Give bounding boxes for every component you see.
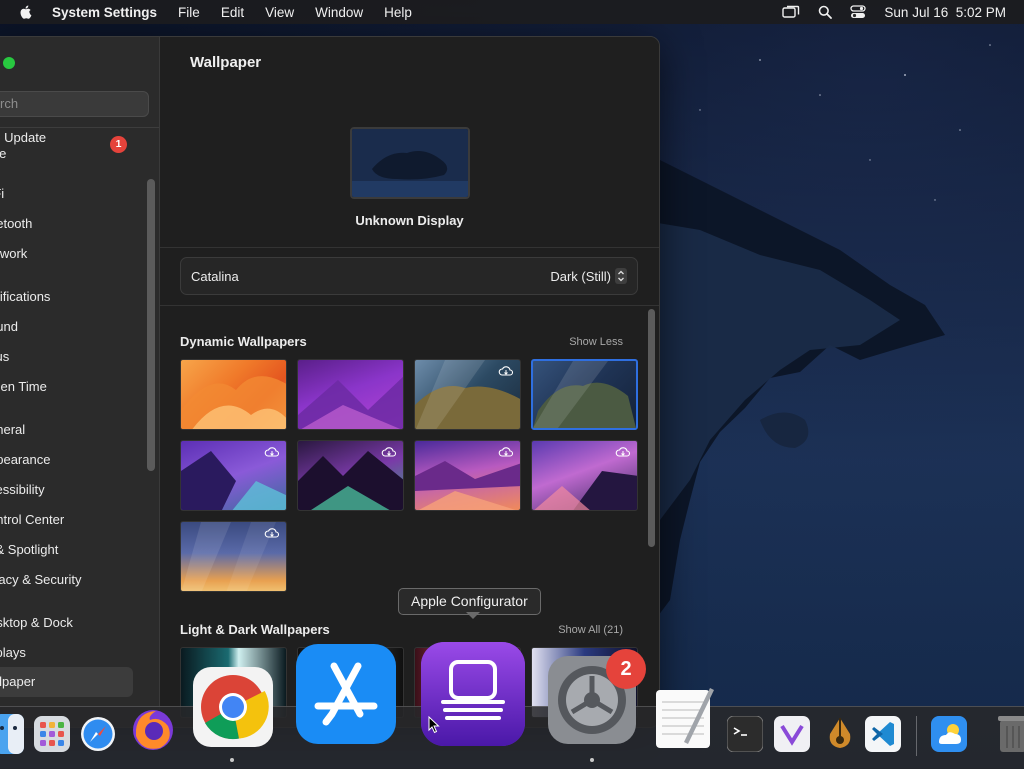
wallpaper-thumbnail[interactable] (297, 359, 404, 430)
mouse-cursor-icon (428, 716, 440, 734)
visual-studio-icon[interactable] (774, 716, 810, 752)
chevron-updown-icon (615, 268, 627, 284)
software-update-line2: ole (0, 146, 159, 162)
system-settings-window: rch re Update ole 1 -Fi uetooth etwork o… (0, 36, 660, 728)
visual-studio-code-icon[interactable] (865, 716, 901, 752)
ventura-orange-art (181, 376, 286, 429)
dynamic-wallpapers-title: Dynamic Wallpapers (180, 334, 307, 349)
wallpaper-thumbnail[interactable] (297, 440, 404, 511)
sidebar-item-siri-spotlight[interactable]: i & Spotlight (0, 542, 159, 557)
window-menu[interactable]: Window (315, 5, 363, 20)
sidebar-item-control-center[interactable]: ontrol Center (0, 512, 159, 527)
terminal-icon[interactable] (727, 716, 763, 752)
instruments-icon[interactable] (820, 712, 860, 752)
cloud-download-icon (381, 447, 397, 457)
wallpaper-pane: Wallpaper Unknown Display Catalina Dark … (160, 37, 659, 727)
sidebar-scrollbar[interactable] (147, 179, 155, 471)
wallpaper-name: Catalina (191, 269, 239, 284)
menu-bar: System Settings File Edit View Window He… (0, 0, 1024, 24)
wallpaper-mode-value: Dark (Still) (550, 269, 611, 284)
sidebar-item-general[interactable]: eneral (0, 422, 159, 437)
dock-tooltip: Apple Configurator (398, 588, 541, 615)
show-less-link[interactable]: Show Less (569, 336, 623, 348)
page-title: Wallpaper (190, 54, 262, 71)
software-update-badge: 1 (110, 136, 127, 153)
zoom-window-button[interactable] (3, 57, 15, 69)
gallery-divider (160, 305, 659, 306)
wallpaper-thumbnail-selected[interactable] (531, 359, 638, 430)
running-indicator (230, 758, 234, 762)
wallpaper-thumbnail[interactable] (414, 359, 521, 430)
sidebar-item-focus[interactable]: cus (0, 349, 159, 364)
view-menu[interactable]: View (265, 5, 294, 20)
wallpaper-selector[interactable]: Catalina Dark (Still) (180, 257, 638, 295)
app-name-menu[interactable]: System Settings (52, 5, 157, 20)
display-name: Unknown Display (355, 213, 464, 228)
content-scrollbar[interactable] (648, 309, 655, 547)
sidebar-item-bluetooth[interactable]: uetooth (0, 216, 159, 231)
display-preview-image (352, 129, 468, 197)
wallpaper-thumbnail[interactable] (531, 440, 638, 511)
cloud-download-icon (498, 447, 514, 457)
sidebar-item-accessibility[interactable]: cessibility (0, 482, 159, 497)
trash-icon[interactable] (998, 714, 1024, 754)
wallpaper-thumbnail[interactable] (180, 440, 287, 511)
show-all-link[interactable]: Show All (21) (558, 624, 623, 636)
sidebar-item-appearance[interactable]: ppearance (0, 452, 159, 467)
light-dark-wallpapers-title: Light & Dark Wallpapers (180, 622, 330, 637)
sidebar-item-desktop-dock[interactable]: esktop & Dock (0, 615, 159, 630)
wallpaper-thumbnail[interactable] (180, 521, 287, 592)
cloud-download-icon (615, 447, 631, 457)
safari-icon[interactable] (80, 716, 116, 752)
cloud-download-icon (264, 447, 280, 457)
sidebar-item-wifi[interactable]: -Fi (0, 186, 159, 201)
wallpaper-thumbnail[interactable] (180, 359, 287, 430)
sidebar-item-privacy-security[interactable]: ivacy & Security (0, 572, 159, 587)
sidebar-item-wallpaper-label: allpaper (0, 674, 36, 689)
sidebar-item-software-update[interactable]: re Update ole (0, 130, 159, 162)
google-chrome-icon[interactable] (192, 666, 274, 748)
screen-mirroring-icon[interactable] (782, 5, 800, 19)
spotlight-search-icon[interactable] (818, 5, 833, 19)
finder-icon[interactable] (0, 714, 24, 754)
software-update-line1: re Update (0, 130, 47, 145)
edit-menu[interactable]: Edit (221, 5, 244, 20)
dock-divider (916, 716, 917, 756)
sidebar-search-field[interactable]: rch (0, 91, 149, 117)
weather-icon[interactable] (931, 716, 967, 752)
sidebar-item-displays[interactable]: splays (0, 645, 159, 660)
settings-sidebar: rch re Update ole 1 -Fi uetooth etwork o… (0, 37, 160, 727)
cloud-download-icon (264, 528, 280, 538)
tooltip-tail (466, 612, 480, 619)
apple-logo-icon[interactable] (18, 4, 34, 20)
sidebar-item-notifications[interactable]: otifications (0, 289, 159, 304)
running-indicator (590, 758, 594, 762)
launchpad-icon[interactable] (34, 716, 70, 752)
sidebar-item-wallpaper[interactable]: allpaper (0, 667, 133, 697)
textedit-icon[interactable] (654, 684, 716, 750)
monterey-purple-art (298, 376, 403, 429)
menubar-clock[interactable]: Sun Jul 16 5:02 PM (884, 5, 1006, 20)
sidebar-item-network[interactable]: etwork (0, 246, 159, 261)
sidebar-item-screen-time[interactable]: reen Time (0, 379, 159, 394)
firefox-icon[interactable] (130, 706, 176, 752)
cloud-download-icon (498, 366, 514, 376)
display-preview[interactable] (350, 127, 470, 199)
wallpaper-thumbnail[interactable] (414, 440, 521, 511)
file-menu[interactable]: File (178, 5, 200, 20)
system-settings-badge: 2 (606, 649, 646, 689)
help-menu[interactable]: Help (384, 5, 412, 20)
app-store-icon[interactable] (296, 644, 396, 744)
control-center-icon[interactable] (850, 5, 867, 19)
sidebar-divider (0, 127, 159, 128)
sidebar-item-sound[interactable]: ound (0, 319, 159, 334)
catalina-island-art (533, 361, 636, 428)
display-divider (160, 247, 659, 248)
